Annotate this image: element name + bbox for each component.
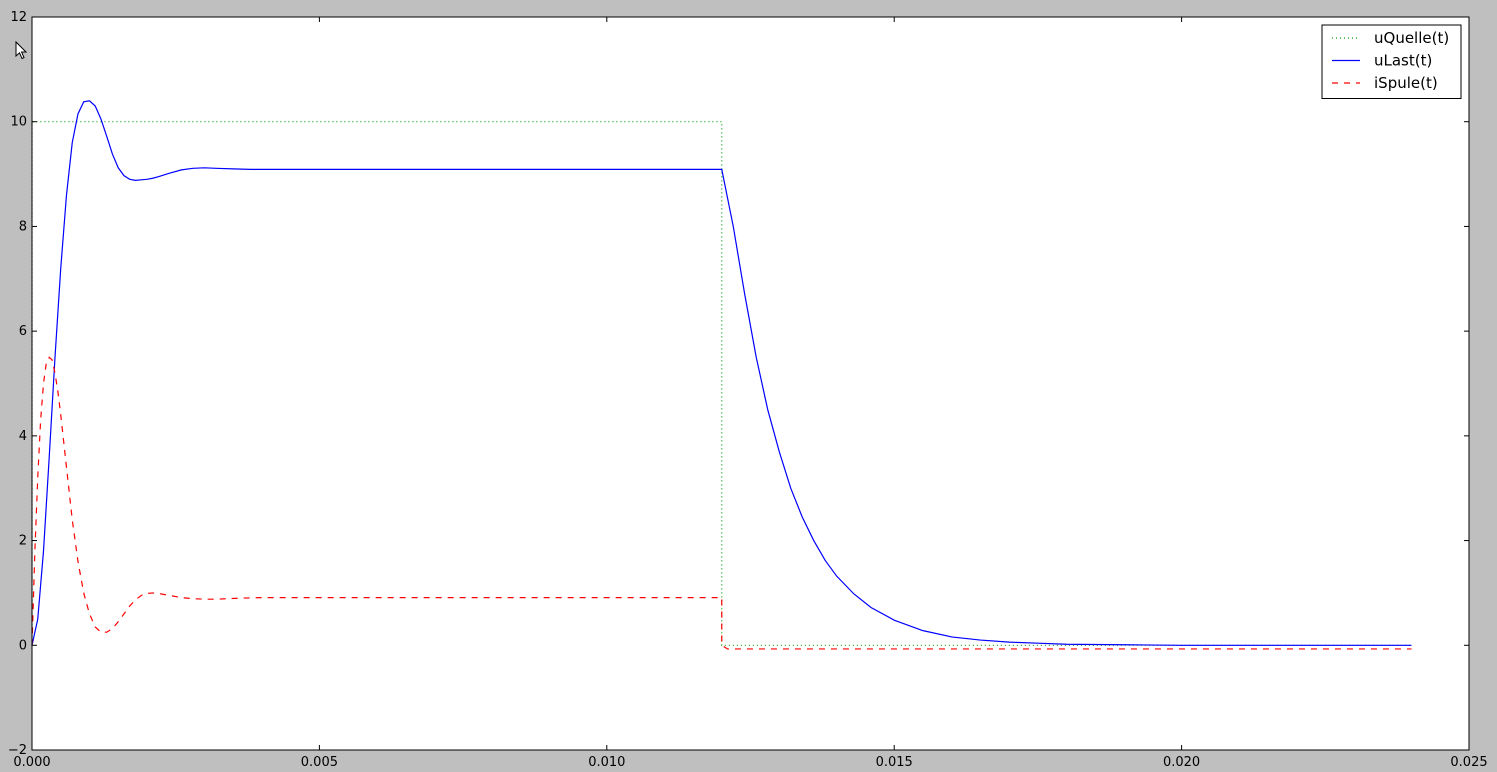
y-tick-label: 8 (19, 219, 27, 234)
x-tick-label: 0.005 (301, 755, 338, 770)
plot-area (32, 17, 1469, 750)
y-tick-label: −2 (8, 743, 27, 758)
y-tick-label: 4 (19, 429, 27, 444)
legend: uQuelle(t) uLast(t) iSpule(t) (1321, 24, 1462, 99)
mouse-cursor-icon (15, 40, 28, 60)
y-tick-label: 12 (10, 10, 27, 25)
legend-label: uLast(t) (1374, 52, 1432, 70)
y-tick-label: 0 (19, 638, 27, 653)
legend-label: uQuelle(t) (1374, 29, 1449, 47)
x-tick-label: 0.015 (876, 755, 913, 770)
x-tick-label: 0.025 (1450, 755, 1487, 770)
x-tick-label: 0.020 (1163, 755, 1200, 770)
legend-label: iSpule(t) (1374, 74, 1438, 92)
chart-figure: 0.000 0.005 0.010 0.015 0.020 0.025−202468101… (8, 10, 1488, 770)
y-tick-label: 10 (10, 115, 27, 130)
y-tick-label: 2 (19, 534, 27, 549)
x-tick-label: 0.010 (588, 755, 625, 770)
y-tick-label: 6 (19, 324, 27, 339)
